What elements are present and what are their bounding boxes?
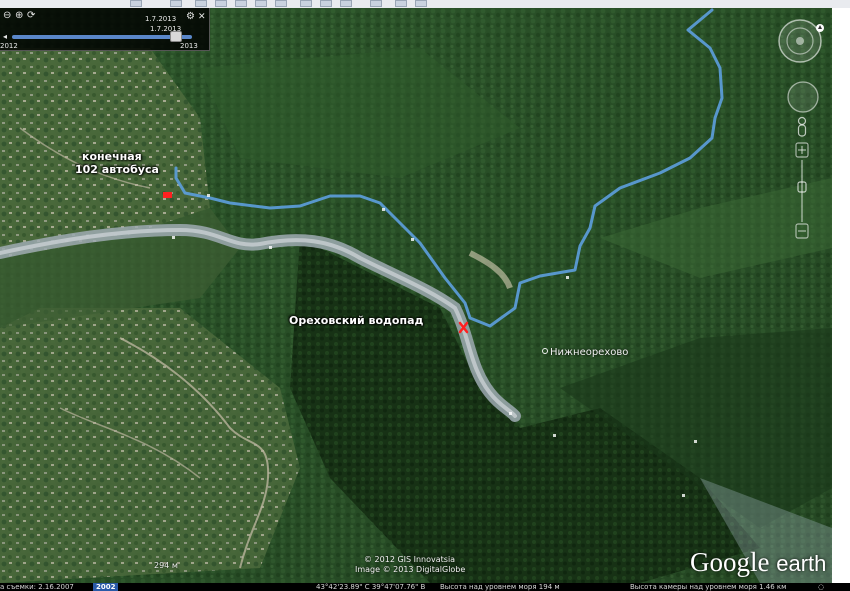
toolbar-button[interactable] <box>415 0 427 7</box>
time-label-top: 1.7.2013 <box>145 15 177 23</box>
satellite-map-view[interactable]: конечная 102 автобуса Ореховский водопад… <box>0 8 832 583</box>
step-back-icon[interactable]: ◂ <box>3 32 7 42</box>
move-joystick[interactable] <box>786 80 820 118</box>
coordinates-readout: 43°42'23.89" С 39°47'07.76" В <box>316 583 426 591</box>
google-earth-logo: Google earth <box>690 547 826 578</box>
eye-altitude-readout: Высота камеры над уровнем моря 1.46 км <box>630 583 787 591</box>
toolbar-button[interactable] <box>195 0 207 7</box>
toolbar-button[interactable] <box>370 0 382 7</box>
place-label-nizhneorekhovo[interactable]: Нижнеорехово <box>550 347 628 358</box>
logo-earth-text: earth <box>776 551 827 576</box>
toolbar-button[interactable] <box>255 0 267 7</box>
toolbar-button[interactable] <box>235 0 247 7</box>
street-view-pegman-icon[interactable] <box>795 116 809 144</box>
logo-google-text: Google <box>690 547 770 577</box>
time-thumb[interactable] <box>170 31 182 42</box>
historical-imagery-slider: ⊖ ⊕ ⟳ 1.7.2013 ⚙ ✕ 1.7.2013 ◂ 2012 2013 <box>0 8 210 51</box>
waterfall-label: Ореховский водопад <box>289 314 424 327</box>
zoom-slider[interactable] <box>795 142 809 244</box>
toolbar-button[interactable] <box>215 0 227 7</box>
attribution-line-2: Image © 2013 DigitalGlobe <box>355 565 466 574</box>
toolbar-button[interactable] <box>300 0 312 7</box>
wrench-icon[interactable]: ⚙ <box>186 12 195 22</box>
capture-date: а съемки: 2.16.2007 <box>0 583 74 591</box>
range-start-label: 2012 <box>0 42 18 50</box>
play-time-icon[interactable]: ⟳ <box>27 11 35 21</box>
toolbar-button[interactable] <box>275 0 287 7</box>
attribution-line-1: © 2012 GIS Innovatsia <box>364 555 456 564</box>
toolbar-button[interactable] <box>395 0 407 7</box>
bus-stop-label-line1: конечная <box>82 150 142 163</box>
status-bar: а съемки: 2.16.2007 2002 43°42'23.89" С … <box>0 583 850 591</box>
elevation-readout: Высота над уровнем моря 194 м <box>440 583 560 591</box>
streaming-indicator-icon: ◌ <box>818 583 825 591</box>
satellite-imagery <box>0 8 832 583</box>
close-icon[interactable]: ✕ <box>198 12 206 22</box>
scale-label: 294 м <box>154 561 178 570</box>
toolbar-button[interactable] <box>130 0 142 7</box>
time-track[interactable] <box>12 35 192 39</box>
toolbar-button[interactable] <box>170 0 182 7</box>
zoom-in-time-icon[interactable]: ⊕ <box>15 11 23 21</box>
toolbar-button[interactable] <box>340 0 352 7</box>
window-edge <box>832 8 850 591</box>
bus-stop-label-line2: 102 автобуса <box>75 163 159 176</box>
bus-stop-marker <box>163 192 172 198</box>
zoom-out-time-icon[interactable]: ⊖ <box>3 11 11 21</box>
north-reset-icon[interactable] <box>815 18 825 32</box>
historical-year-badge[interactable]: 2002 <box>93 583 119 591</box>
range-end-label: 2013 <box>180 42 198 50</box>
toolbar-button[interactable] <box>320 0 332 7</box>
imagery-attribution: © 2012 GIS Innovatsia Image © 2013 Digit… <box>355 555 465 575</box>
